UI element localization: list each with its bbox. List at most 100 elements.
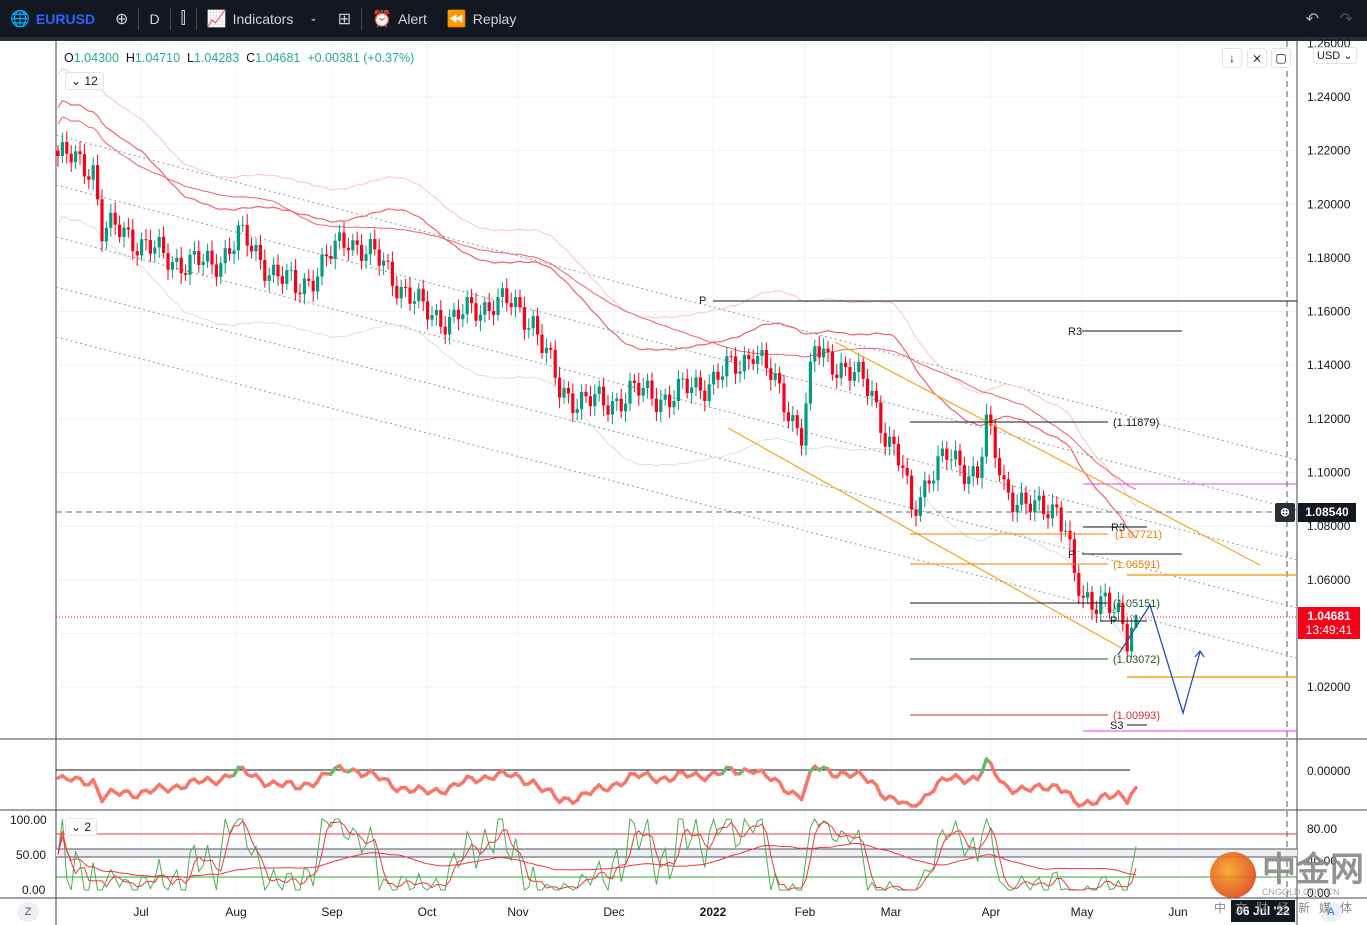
stoch-tick-left: 0.00 (22, 883, 46, 897)
watermark-logo-icon (1210, 852, 1256, 898)
candle-body (104, 227, 108, 242)
time-axis[interactable]: Jul Aug Sep Oct Nov Dec 2022 Feb Mar Apr May Jun (133, 905, 1187, 919)
candle-body (531, 316, 535, 329)
oscillator-segment (804, 769, 813, 787)
candle-body (1068, 530, 1072, 540)
time-tick: Jul (133, 905, 148, 919)
collapse-button[interactable]: ⨯ (1247, 48, 1267, 68)
indicators-collapse-button[interactable]: ⌄ 12 (65, 72, 104, 90)
candles (56, 131, 1138, 663)
candle-body (962, 465, 966, 485)
high-label: H (125, 51, 135, 65)
candle-body (386, 260, 390, 262)
stochastic-pane (56, 817, 1297, 892)
candle-body (355, 240, 359, 245)
candle-body (404, 286, 408, 288)
candle-body (993, 425, 997, 458)
candle-body (492, 311, 496, 315)
candle-body (338, 232, 342, 241)
candle-body (148, 240, 152, 254)
fullscreen-button[interactable]: ▢ (1271, 48, 1291, 68)
candle-body (65, 141, 69, 154)
candle-body (228, 248, 232, 255)
candle-body (1002, 475, 1006, 480)
price-tick: 1.12000 (1307, 412, 1351, 426)
candle-body (131, 229, 135, 252)
lower-band-line (57, 215, 1137, 654)
candle-body (188, 254, 192, 275)
candle-body (712, 371, 716, 385)
candle-body (373, 239, 377, 250)
candle-body (971, 466, 975, 477)
candle-body (769, 368, 773, 380)
pivot-label: S3 (1110, 720, 1123, 732)
oscillator-segment (1129, 785, 1138, 796)
candle-body (923, 480, 927, 498)
candle-body (69, 153, 73, 163)
currency-select[interactable]: USD ⌄ (1313, 47, 1357, 64)
time-tick: Oct (418, 905, 437, 919)
candle-body (1103, 592, 1107, 597)
candle-body (395, 285, 399, 299)
candle-body (298, 292, 302, 295)
candle-body (681, 378, 685, 380)
candle-body (914, 509, 918, 516)
candle-body (852, 372, 856, 381)
candle-body (1006, 479, 1010, 493)
candle-body (157, 236, 161, 248)
candle-body (294, 269, 298, 293)
candle-body (773, 373, 777, 380)
watermark: 中金网 CNGOLD.COM.CN (1210, 852, 1364, 898)
price-axis[interactable]: 1.260001.240001.220001.200001.180001.160… (1307, 36, 1351, 694)
sub-indicators-collapse-button[interactable]: ⌄ 2 (65, 818, 98, 836)
candle-body (742, 354, 746, 372)
candle-body (1015, 504, 1019, 513)
candle-body (808, 361, 812, 404)
candle-body (553, 349, 557, 378)
time-tick: Aug (225, 905, 246, 919)
candle-body (822, 348, 826, 358)
candle-body (940, 448, 944, 457)
candle-body (1055, 504, 1059, 508)
candle-body (936, 456, 940, 481)
candle-body (558, 377, 562, 398)
candle-body (302, 278, 306, 295)
price-chart[interactable]: P R3 (1.11879) R3 (1.07721) P (1.06591) … (0, 0, 1367, 925)
candle-body (1086, 592, 1090, 598)
candle-body (725, 356, 729, 377)
candle-body (82, 154, 86, 177)
candle-body (456, 309, 460, 320)
candle-body (1037, 495, 1041, 501)
candle-body (540, 334, 544, 353)
candle-body (311, 280, 315, 292)
candle-body (439, 309, 443, 327)
add-alert-button[interactable]: ⊕ (1275, 503, 1295, 522)
candle-body (650, 380, 654, 399)
candle-body (280, 276, 284, 284)
candle-body (60, 141, 64, 157)
candle-body (738, 371, 742, 374)
candle-body (214, 264, 218, 277)
candle-body (140, 239, 144, 256)
candle-body (848, 367, 852, 381)
candle-body (976, 466, 980, 478)
stoch-tick-left: 100.00 (10, 813, 47, 827)
zoom-reset-button[interactable]: Z (17, 902, 39, 922)
candle-body (470, 297, 474, 304)
scroll-down-button[interactable]: ↓ (1222, 48, 1242, 68)
candle-body (267, 275, 271, 281)
candle-body (368, 239, 372, 255)
candle-body (632, 380, 636, 383)
candle-body (87, 176, 91, 180)
candle-body (619, 398, 623, 412)
candle-body (729, 356, 733, 358)
price-tick: 1.02000 (1307, 680, 1351, 694)
change-value: +0.00381 (+0.37%) (307, 51, 415, 65)
time-tick: Dec (603, 905, 624, 919)
candle-body (571, 393, 575, 413)
candle-body (245, 224, 249, 246)
candle-body (56, 150, 60, 157)
candle-body (197, 251, 201, 265)
osc-tick: 0.00000 (1307, 764, 1351, 778)
chevron-down-icon: ⌄ (1343, 50, 1353, 62)
